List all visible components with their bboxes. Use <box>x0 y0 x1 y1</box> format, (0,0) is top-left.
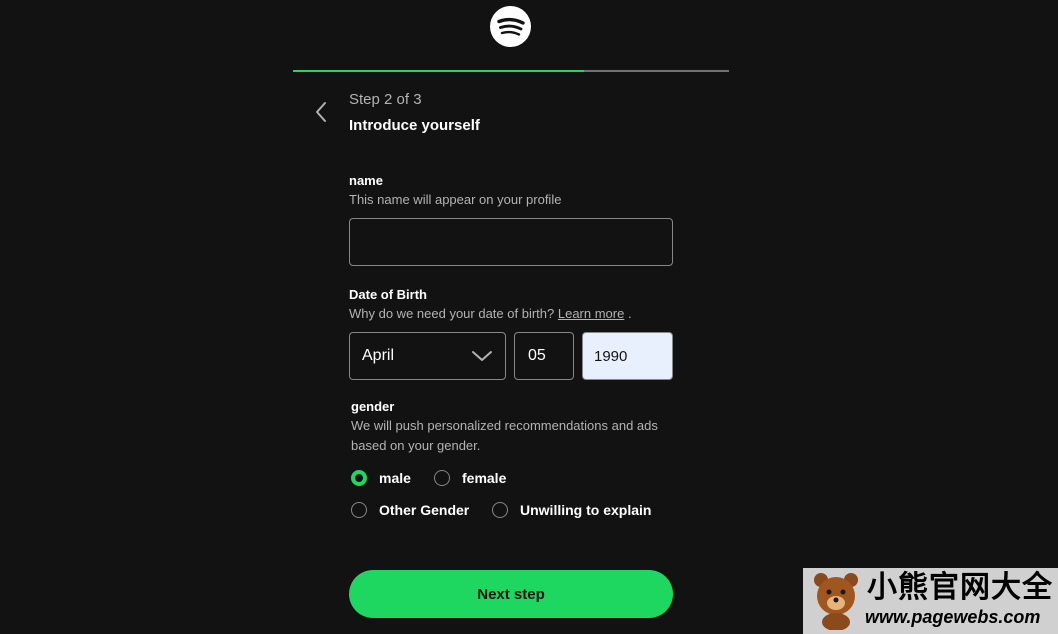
spotify-logo-icon <box>490 6 531 47</box>
step-indicator: Step 2 of 3 <box>349 91 422 108</box>
next-step-button[interactable]: Next step <box>349 570 673 618</box>
radio-unchecked-icon[interactable] <box>351 502 367 518</box>
page-title: Introduce yourself <box>349 117 480 134</box>
day-input[interactable]: 05 <box>514 332 574 380</box>
name-input[interactable] <box>349 218 673 266</box>
dob-help-suffix: . <box>624 306 632 321</box>
chevron-left-icon <box>316 102 326 122</box>
month-select[interactable]: April <box>349 332 506 380</box>
gender-option-label: Other Gender <box>379 502 470 518</box>
dob-help-prefix: Why do we need your date of birth? <box>349 306 558 321</box>
name-label: name <box>349 173 383 188</box>
gender-option-label: female <box>462 470 507 486</box>
watermark: 小熊官网大全 www.pagewebs.com <box>803 568 1058 634</box>
back-button[interactable] <box>309 99 333 125</box>
chevron-down-icon <box>472 351 492 361</box>
radio-unchecked-icon[interactable] <box>492 502 508 518</box>
gender-help-text: We will push personalized recommendation… <box>351 418 658 453</box>
dob-label: Date of Birth <box>349 287 427 302</box>
learn-more-link[interactable]: Learn more <box>558 306 624 321</box>
gender-label: gender <box>351 399 395 414</box>
gender-option-other[interactable]: Other Gender <box>351 500 469 520</box>
gender-option-male[interactable]: male <box>351 468 411 488</box>
bear-mascot-icon <box>814 573 858 630</box>
progress-fill <box>293 70 584 72</box>
gender-option-unwilling[interactable]: Unwilling to explain <box>492 500 651 520</box>
dob-help-text: Why do we need your date of birth? Learn… <box>349 304 632 324</box>
watermark-url: www.pagewebs.com <box>865 607 1041 627</box>
radio-checked-icon[interactable] <box>351 470 367 486</box>
year-input[interactable]: 1990 <box>582 332 673 380</box>
progress-bar <box>293 70 729 72</box>
gender-option-female[interactable]: female <box>434 468 506 488</box>
gender-option-label: Unwilling to explain <box>520 502 652 518</box>
watermark-title: 小熊官网大全 <box>867 570 1053 605</box>
month-value: April <box>362 347 395 364</box>
gender-option-label: male <box>379 470 411 486</box>
name-help-text: This name will appear on your profile <box>349 192 562 207</box>
radio-unchecked-icon[interactable] <box>434 470 450 486</box>
